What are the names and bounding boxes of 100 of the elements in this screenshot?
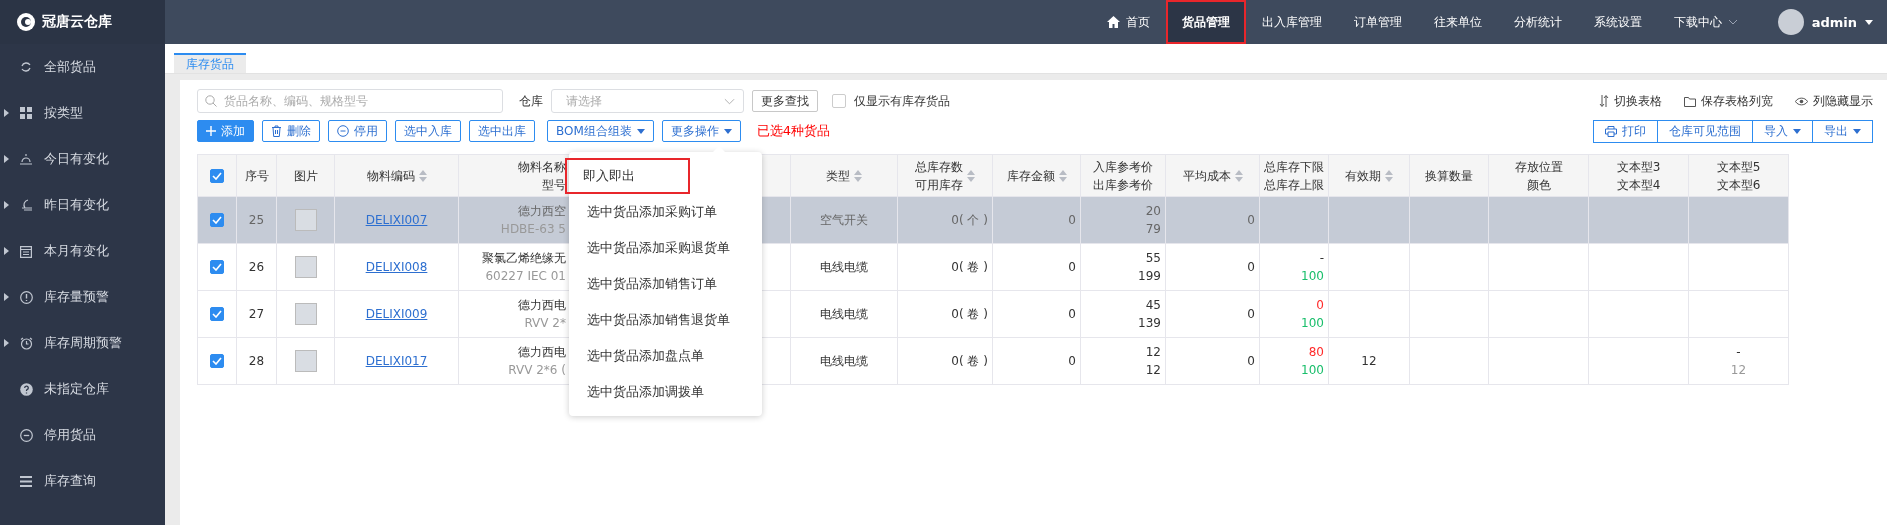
logo-icon: [16, 12, 36, 32]
table-cell: 0: [1247, 354, 1255, 368]
selection-count: 已选4种货品: [756, 122, 831, 140]
photo-placeholder: [294, 256, 317, 278]
checkbox[interactable]: [210, 354, 224, 368]
more-search-button[interactable]: 更多查找: [752, 90, 818, 112]
action-button[interactable]: 更多操作: [661, 120, 741, 142]
checkbox[interactable]: [210, 307, 224, 321]
nav-item[interactable]: 出入库管理: [1245, 0, 1338, 44]
menu-item[interactable]: 即入即出: [565, 158, 690, 194]
column-header: 总库存数: [915, 158, 963, 176]
table-cell: 0( 卷 ): [951, 354, 988, 368]
table-cell-text: 60227 IEC 01: [485, 268, 566, 285]
code-link[interactable]: DELIXI017: [365, 354, 428, 368]
table-cell: 28: [248, 354, 265, 368]
list-icon: [20, 475, 32, 487]
nav-item[interactable]: 往来单位: [1417, 0, 1498, 44]
table-cell-text: 12: [1730, 362, 1747, 379]
column-header: 文本型4: [1616, 176, 1661, 194]
photo-placeholder: [294, 209, 317, 231]
column-header: 物料编码: [366, 167, 415, 185]
table-cell: 0: [1247, 260, 1255, 274]
caret-icon: [4, 247, 9, 255]
action-button[interactable]: 选中出库: [469, 120, 535, 142]
column-header: 入库参考价: [1093, 158, 1153, 176]
sidebar-item[interactable]: 今日有变化: [0, 136, 165, 182]
toolbar-link[interactable]: 保存表格列宽: [1684, 92, 1773, 110]
sidebar-item[interactable]: 全部货品: [0, 44, 165, 90]
caret-icon: [1865, 19, 1873, 25]
table-cell-text: 100: [1301, 315, 1324, 332]
sidebar-item[interactable]: 本月有变化: [0, 228, 165, 274]
action-button[interactable]: 删除: [262, 120, 320, 142]
sidebar-item[interactable]: 按类型: [0, 90, 165, 136]
column-header: 文本型5: [1716, 158, 1761, 176]
column-header: 序号: [244, 167, 269, 185]
column-header: 物料名称: [518, 158, 566, 176]
nav-item[interactable]: 货品管理: [1165, 0, 1246, 44]
minus-circle-icon: [19, 428, 33, 442]
table-cell-text: -: [1736, 344, 1741, 361]
column-header: 总库存下限: [1264, 158, 1324, 176]
sidebar-item[interactable]: 停用货品: [0, 412, 165, 458]
code-link[interactable]: DELIXI008: [365, 260, 428, 274]
menu-item[interactable]: 选中货品添加销售退货单: [569, 302, 762, 338]
checkbox[interactable]: [832, 94, 846, 108]
caret-icon: [723, 128, 732, 134]
column-header: 存放位置: [1514, 158, 1563, 176]
toolbar-link[interactable]: 列隐藏显示: [1795, 92, 1873, 110]
checkbox[interactable]: [210, 213, 224, 227]
photo-placeholder: [294, 350, 317, 372]
table-cell-text: 德力西电: [518, 344, 566, 361]
checkbox-label: 仅显示有库存货品: [854, 92, 950, 110]
table-cell-text: 20: [1145, 203, 1161, 220]
search-icon: [205, 95, 217, 107]
chevron-down-icon: [724, 97, 735, 105]
table-cell: 0: [1247, 307, 1255, 321]
search-field[interactable]: 货品名称、编码、规格型号: [197, 89, 503, 113]
checkbox[interactable]: [210, 168, 224, 183]
table-cell: 空气开关: [820, 213, 868, 227]
nav-item[interactable]: 首页: [1090, 0, 1166, 44]
menu-item[interactable]: 选中货品添加采购订单: [569, 194, 762, 230]
action-button[interactable]: 停用: [328, 120, 387, 142]
table-cell: 27: [248, 307, 265, 321]
action-button[interactable]: BOM组合组装: [547, 120, 654, 142]
table-cell-text: 100: [1301, 268, 1324, 285]
avatar[interactable]: [1777, 9, 1804, 35]
toolbar-link[interactable]: 切换表格: [1599, 92, 1662, 110]
warehouse-select[interactable]: 请选择: [551, 89, 744, 113]
table-cell-text: 45: [1145, 297, 1161, 314]
code-link[interactable]: DELIXI009: [365, 307, 428, 321]
table-cell-text: 199: [1138, 268, 1161, 285]
sidebar-item[interactable]: 未指定仓库: [0, 366, 165, 412]
swap-icon: [1599, 95, 1609, 107]
home-icon: [1106, 16, 1120, 28]
table-cell: 0: [1068, 307, 1076, 321]
user-name[interactable]: admin: [1811, 14, 1857, 30]
sidebar-item[interactable]: 库存量预警: [0, 274, 165, 320]
eye-icon: [1795, 96, 1808, 106]
sidebar-item[interactable]: 库存查询: [0, 458, 165, 504]
column-header: 平均成本: [1182, 167, 1231, 185]
table-cell-text: 德力西空: [518, 203, 566, 220]
menu-item[interactable]: 选中货品添加盘点单: [569, 338, 762, 374]
folder-icon: [1684, 95, 1696, 107]
checkbox[interactable]: [210, 260, 224, 274]
moon-icon: [19, 198, 33, 212]
nav-item[interactable]: 分析统计: [1497, 0, 1578, 44]
photo-placeholder: [294, 303, 317, 325]
column-header: 类型: [826, 167, 850, 185]
grid-icon: [20, 107, 32, 119]
sidebar-item[interactable]: 库存周期预警: [0, 320, 165, 366]
caret-icon: [4, 201, 9, 209]
nav-item[interactable]: 系统设置: [1577, 0, 1658, 44]
sidebar-item[interactable]: 昨日有变化: [0, 182, 165, 228]
caret-icon: [4, 109, 9, 117]
alert-icon: [19, 290, 33, 304]
caret-icon: [636, 128, 645, 134]
column-header: 库存金额: [1006, 167, 1055, 185]
nav-item[interactable]: 订单管理: [1337, 0, 1418, 44]
minus-circle-icon: [337, 125, 349, 137]
nav-item[interactable]: 下载中心: [1657, 0, 1754, 44]
action-button[interactable]: 选中入库: [395, 120, 461, 142]
